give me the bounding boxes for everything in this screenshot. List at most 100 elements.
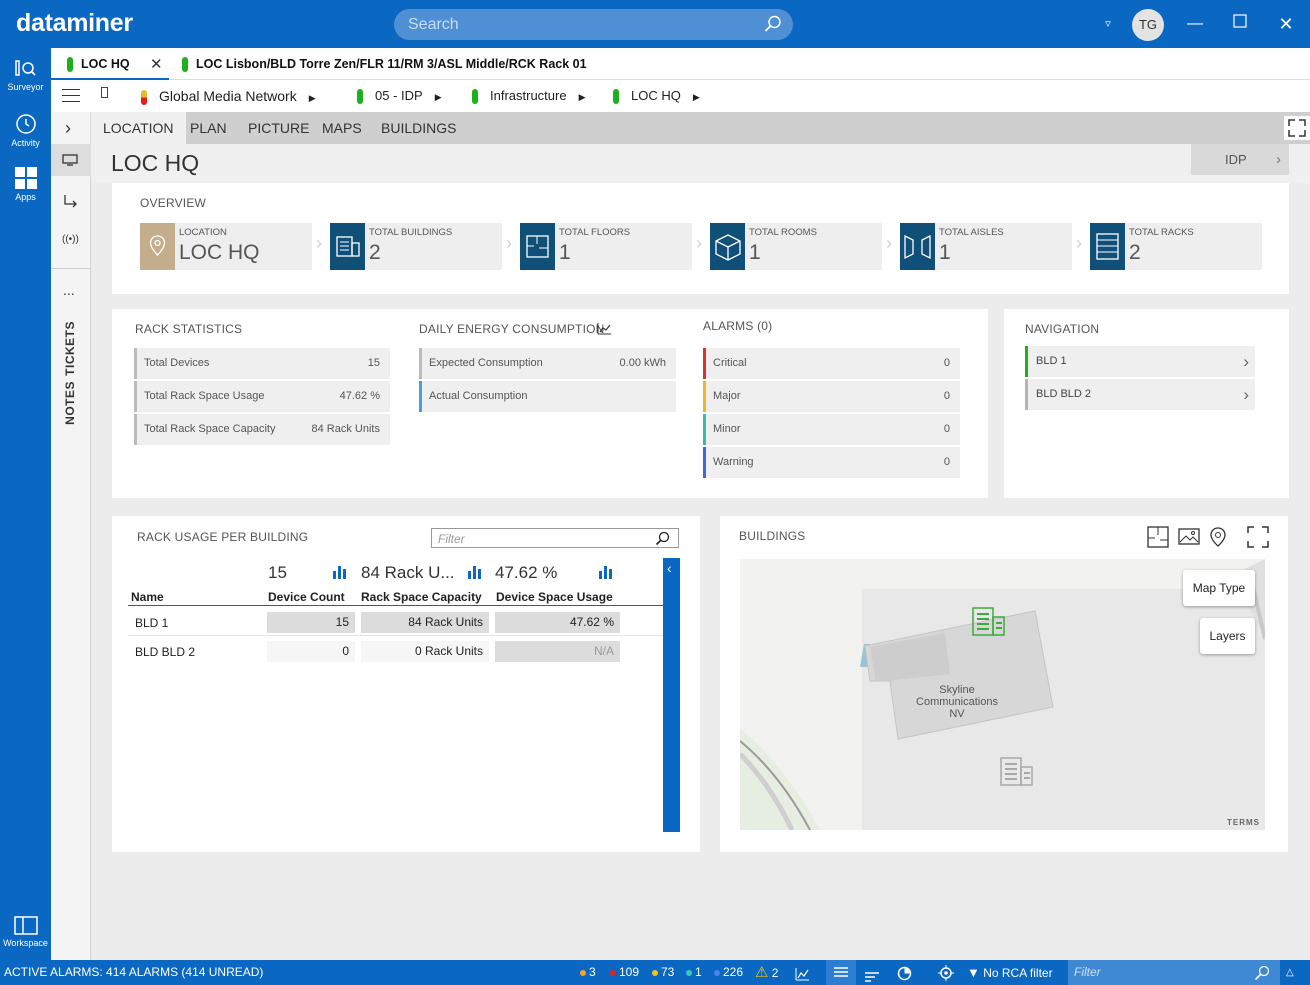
close-tab-icon[interactable]: ✕: [150, 55, 163, 73]
nav-item-bld-1[interactable]: BLD 1 ›: [1025, 346, 1255, 377]
overview-card-racks[interactable]: TOTAL RACKS 2: [1090, 223, 1262, 270]
column-header-space-usage[interactable]: Device Space Usage: [496, 590, 613, 604]
alarm-count-badge[interactable]: 109: [610, 960, 639, 985]
relation-icon[interactable]: [63, 193, 79, 212]
alarm-row-warning[interactable]: Warning 0: [703, 447, 960, 478]
alarm-row-critical[interactable]: Critical 0: [703, 348, 960, 379]
filter-input[interactable]: Filter: [431, 528, 679, 548]
monitor-icon[interactable]: [51, 144, 91, 176]
alarm-row-minor[interactable]: Minor 0: [703, 414, 960, 445]
warning-count: 2: [771, 966, 779, 980]
overview-card-location[interactable]: LOCATION LOC HQ: [140, 223, 312, 270]
energy-heading: DAILY ENERGY CONSUMPTION: [419, 322, 605, 336]
chevron-right-icon: ›: [1276, 151, 1281, 168]
alarm-count: 0: [943, 357, 950, 369]
alarms-heading: ALARMS (0): [703, 319, 773, 333]
map-terms-link[interactable]: TERMS: [1224, 817, 1263, 828]
bookmark-icon[interactable]: [101, 87, 108, 98]
alarm-count-badge[interactable]: 226: [714, 960, 743, 985]
active-alarms-text[interactable]: ACTIVE ALARMS: 414 ALARMS (414 UNREAD): [4, 960, 263, 985]
notes-tab[interactable]: NOTES: [63, 381, 77, 425]
broadcast-icon[interactable]: ((•)): [62, 234, 79, 245]
map-type-button[interactable]: Map Type: [1183, 570, 1255, 606]
severity-dot: [686, 969, 692, 976]
total-rack-capacity: 84 Rack U...: [361, 563, 455, 582]
sidebar-item-apps[interactable]: Apps: [0, 166, 51, 202]
nav-item-bld-2[interactable]: BLD BLD 2 ›: [1025, 379, 1255, 410]
pie-chart-icon[interactable]: [897, 965, 912, 985]
overflow-menu-icon[interactable]: ▿: [1097, 13, 1119, 35]
overview-card-rooms[interactable]: TOTAL ROOMS 1: [710, 223, 882, 270]
alarm-row-major[interactable]: Major 0: [703, 381, 960, 412]
caret-right-icon[interactable]: ▶: [435, 92, 442, 102]
warning-badge[interactable]: ⚠ 2: [755, 960, 778, 985]
status-filter-input[interactable]: Filter: [1068, 960, 1280, 985]
search-icon[interactable]: [655, 531, 670, 546]
sort-icon[interactable]: [865, 967, 879, 985]
floorplan-view-icon[interactable]: [1147, 526, 1169, 551]
page-title: LOC HQ: [111, 150, 200, 176]
breadcrumb-item[interactable]: Global Media Network ▶: [141, 80, 316, 112]
breadcrumb-item[interactable]: LOC HQ ▶: [613, 80, 700, 112]
caret-right-icon[interactable]: ▶: [579, 92, 586, 102]
card-label: LOCATION: [179, 227, 227, 238]
tickets-tab[interactable]: TICKETS: [63, 321, 77, 376]
target-icon[interactable]: [938, 965, 954, 985]
trend-icon[interactable]: [795, 965, 810, 985]
column-header-name[interactable]: Name: [131, 590, 164, 604]
bar-chart-icon[interactable]: [598, 565, 614, 582]
tab-maps[interactable]: MAPS: [310, 112, 374, 144]
breadcrumb-item[interactable]: Infrastructure ▶: [472, 80, 586, 112]
trend-chart-icon[interactable]: [597, 322, 612, 338]
overview-card-aisles[interactable]: TOTAL AISLES 1: [900, 223, 1072, 270]
sidebar-item-surveyor[interactable]: Surveyor: [0, 58, 51, 92]
caret-right-icon[interactable]: ▶: [693, 92, 700, 102]
tab-buildings[interactable]: BUILDINGS: [369, 112, 468, 144]
alarm-count-badge[interactable]: 1: [686, 960, 702, 985]
severity-dot: [714, 969, 720, 976]
search-icon[interactable]: [1254, 965, 1270, 981]
sidebar-item-workspace[interactable]: Workspace: [0, 916, 51, 948]
tab-location[interactable]: LOCATION: [91, 112, 186, 144]
bar-chart-icon[interactable]: [467, 565, 483, 582]
rca-filter[interactable]: ▼ No RCA filter: [967, 960, 1053, 985]
close-window-icon[interactable]: ✕: [1275, 13, 1297, 35]
search-input[interactable]: Search: [394, 9, 793, 40]
alarm-label: Critical: [713, 357, 747, 369]
picture-view-icon[interactable]: [1178, 527, 1200, 550]
fullscreen-icon[interactable]: [1247, 526, 1269, 551]
building-marker-icon[interactable]: [1000, 757, 1034, 787]
list-view-icon[interactable]: [826, 960, 856, 985]
buildings-heading: BUILDINGS: [739, 529, 806, 543]
idp-button[interactable]: IDP ›: [1191, 144, 1289, 175]
column-header-rack-capacity[interactable]: Rack Space Capacity: [361, 590, 482, 604]
bar-chart-icon[interactable]: [332, 565, 348, 582]
search-icon[interactable]: [763, 14, 783, 34]
caret-right-icon[interactable]: ▶: [309, 93, 316, 103]
alarm-count-badge[interactable]: 3: [580, 960, 596, 985]
maximize-icon[interactable]: [1229, 13, 1251, 35]
tab-picture[interactable]: PICTURE: [236, 112, 321, 144]
overview-card-buildings[interactable]: TOTAL BUILDINGS 2: [330, 223, 502, 270]
sidebar-item-activity[interactable]: Activity: [0, 112, 51, 148]
user-avatar[interactable]: TG: [1132, 9, 1164, 41]
minimize-icon[interactable]: —: [1184, 13, 1206, 35]
expand-chevron-icon[interactable]: ›: [65, 118, 71, 139]
tab-rack-01[interactable]: LOC Lisbon/BLD Torre Zen/FLR 11/RM 3/ASL…: [182, 48, 587, 80]
overview-card-floors[interactable]: TOTAL FLOORS 1: [520, 223, 692, 270]
alarm-count-badge[interactable]: 73: [652, 960, 674, 985]
building-marker-icon[interactable]: [972, 607, 1006, 637]
menu-icon[interactable]: [62, 89, 80, 102]
layers-button[interactable]: Layers: [1200, 618, 1255, 654]
more-options-icon[interactable]: ...: [63, 282, 75, 298]
expand-status-icon[interactable]: △: [1286, 960, 1294, 985]
collapse-panel-handle[interactable]: ‹: [663, 558, 680, 832]
app-sidebar: Surveyor Activity Apps Workspace: [0, 48, 51, 960]
map-view-icon[interactable]: [1209, 526, 1227, 551]
tab-plan[interactable]: PLAN: [178, 112, 239, 144]
column-header-device-count[interactable]: Device Count: [268, 590, 345, 604]
fullscreen-icon[interactable]: [1284, 116, 1310, 140]
tab-loc-hq-label[interactable]: LOC HQ: [67, 48, 130, 80]
breadcrumb-item[interactable]: 05 - IDP ▶: [357, 80, 442, 112]
rack-icon: [1090, 223, 1125, 270]
